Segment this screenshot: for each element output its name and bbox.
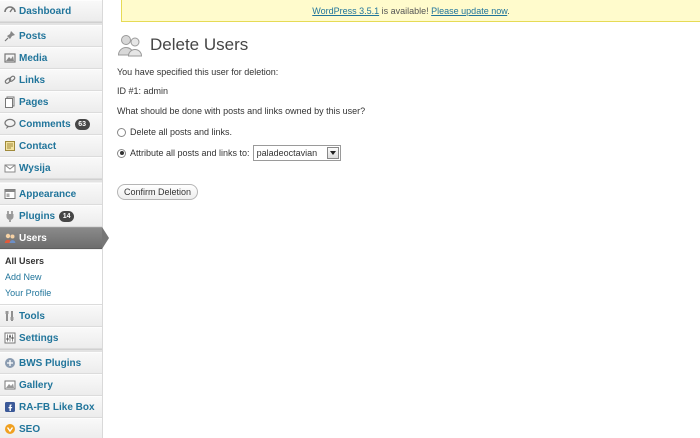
pushpin-icon	[3, 30, 16, 43]
menu-label: Users	[19, 232, 47, 244]
menu-label: Media	[19, 52, 48, 64]
menu-label: Contact	[19, 140, 57, 152]
menu-label: Gallery	[19, 379, 53, 391]
update-now-link[interactable]: Please update now	[431, 6, 507, 16]
menu-dashboard[interactable]: Dashboard	[0, 0, 102, 22]
menu-media[interactable]: Media	[0, 47, 102, 69]
menu-posts[interactable]: Posts	[0, 25, 102, 47]
admin-sidebar: Dashboard Posts Media Links Pages Commen…	[0, 0, 109, 438]
wp-admin: Dashboard Posts Media Links Pages Commen…	[0, 0, 700, 438]
menu-rafb-like-box[interactable]: RA-FB Like Box	[0, 396, 102, 418]
menu-pages[interactable]: Pages	[0, 91, 102, 113]
menu-settings[interactable]: Settings	[0, 327, 102, 349]
envelope-icon	[3, 162, 16, 175]
menu-label: Plugins	[19, 210, 56, 222]
menu-label: Dashboard	[19, 5, 72, 17]
menu-label: SEO	[19, 423, 41, 435]
menu-label: RA-FB Like Box	[19, 401, 95, 413]
user-id-text: ID #1: admin	[117, 86, 169, 96]
pages-icon	[3, 96, 16, 109]
settings-sliders-icon	[3, 332, 16, 345]
menu-label: Settings	[19, 332, 59, 344]
menu-label: Posts	[19, 30, 47, 42]
users-submenu: All Users Add New Your Profile	[0, 250, 102, 305]
seo-icon	[3, 423, 16, 436]
page-title: Delete Users	[150, 35, 249, 54]
menu-wysija[interactable]: Wysija	[0, 157, 102, 179]
page-header: Delete Users	[117, 30, 677, 60]
content-question-text: What should be done with posts and links…	[117, 106, 366, 116]
menu-gallery[interactable]: Gallery	[0, 374, 102, 396]
menu-appearance[interactable]: Appearance	[0, 183, 102, 205]
speech-bubble-icon	[3, 118, 16, 131]
menu-label: Pages	[19, 96, 49, 108]
menu-label: Links	[19, 74, 46, 86]
gallery-icon	[3, 379, 16, 392]
dashboard-icon	[3, 5, 16, 18]
attribute-label[interactable]: Attribute all posts and links to:	[130, 148, 250, 158]
users-icon	[3, 232, 16, 245]
bws-icon	[3, 357, 16, 370]
dropdown-arrow-icon	[326, 147, 339, 159]
menu-contact[interactable]: Contact	[0, 135, 102, 157]
appearance-icon	[3, 188, 16, 201]
plugins-count-badge: 14	[59, 210, 75, 222]
update-notice: WordPress 3.5.1 is available! Please upd…	[121, 0, 700, 22]
deletion-intro-text: You have specified this user for deletio…	[117, 67, 279, 77]
media-icon	[3, 52, 16, 65]
contact-form-icon	[3, 140, 16, 153]
notice-period: .	[507, 6, 510, 16]
confirm-deletion-button[interactable]: Confirm Deletion	[117, 184, 199, 200]
comments-count-badge: 63	[74, 118, 90, 130]
wordpress-version-link[interactable]: WordPress 3.5.1	[312, 6, 379, 16]
menu-label: Wysija	[19, 162, 51, 174]
menu-plugins[interactable]: Plugins 14	[0, 205, 102, 227]
users-icon	[117, 35, 143, 57]
plug-icon	[3, 210, 16, 223]
menu-users[interactable]: Users	[0, 227, 102, 249]
menu-links[interactable]: Links	[0, 69, 102, 91]
menu-separator	[0, 179, 102, 182]
tools-icon	[3, 310, 16, 323]
option-delete-row: Delete all posts and links.	[117, 127, 232, 137]
facebook-like-icon	[3, 401, 16, 414]
menu-label: Comments	[19, 118, 71, 130]
selected-user: paladeoctavian	[256, 148, 318, 158]
notice-text: is available!	[379, 6, 432, 16]
submenu-add-new[interactable]: Add New	[0, 269, 102, 285]
submenu-all-users[interactable]: All Users	[0, 253, 102, 269]
delete-all-radio[interactable]	[117, 127, 126, 137]
current-menu-pointer	[102, 227, 109, 249]
menu-label: Appearance	[19, 188, 77, 200]
menu-label: Tools	[19, 310, 45, 322]
menu-comments[interactable]: Comments 63	[0, 113, 102, 135]
menu-bws-plugins[interactable]: BWS Plugins	[0, 352, 102, 374]
delete-all-label[interactable]: Delete all posts and links.	[130, 127, 232, 137]
menu-seo[interactable]: SEO	[0, 418, 102, 438]
chain-link-icon	[3, 74, 16, 87]
submenu-your-profile[interactable]: Your Profile	[0, 285, 102, 301]
attribute-radio[interactable]	[117, 148, 126, 158]
attribute-user-select[interactable]: paladeoctavian	[252, 145, 341, 161]
main-content: Delete Users You have specified this use…	[117, 30, 677, 200]
menu-tools[interactable]: Tools	[0, 305, 102, 327]
menu-label: BWS Plugins	[19, 357, 82, 369]
option-attribute-row: Attribute all posts and links to: palade…	[117, 145, 341, 161]
